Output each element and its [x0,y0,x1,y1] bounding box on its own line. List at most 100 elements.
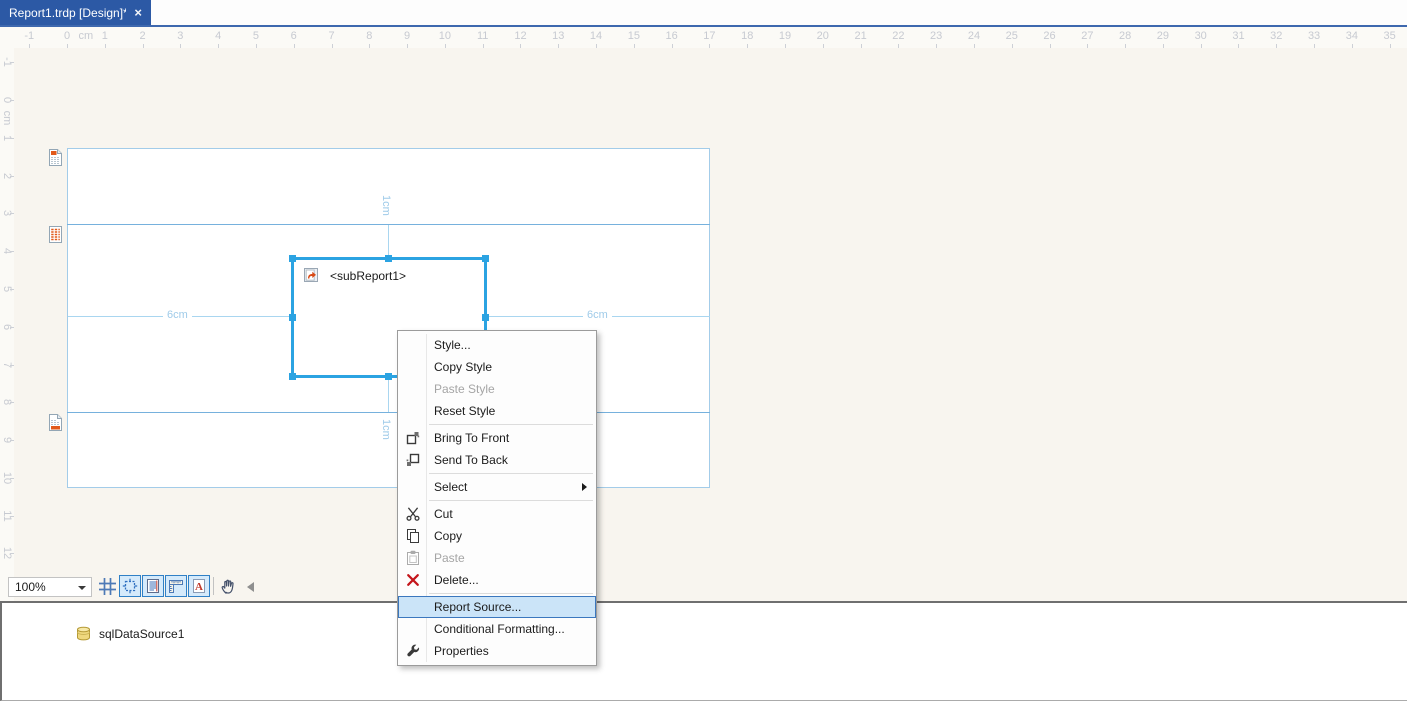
ruler-number: 16 [665,30,678,42]
toggle-grid-button[interactable] [96,575,118,597]
ruler-number: 3 [177,30,184,42]
menu-item-label: Copy Style [434,360,493,374]
menu-item-label: Send To Back [434,453,508,467]
ruler-tick [10,175,14,177]
document-tab[interactable]: Report1.trdp [Design]* × [0,0,151,25]
menu-separator [429,424,593,425]
ruler-tick [10,137,14,139]
menu-item-label: Delete... [434,573,479,587]
menu-item-reset-style[interactable]: Reset Style [398,400,596,422]
resize-handle-right[interactable] [482,313,489,321]
ruler-number: 32 [1270,30,1283,42]
watermark-a-icon: A [191,578,207,594]
menu-item-copy-style[interactable]: Copy Style [398,356,596,378]
zoom-level-value: 100% [15,580,46,594]
toggle-snap-lines-button[interactable] [142,575,164,597]
detail-section-icon[interactable] [48,225,63,244]
ruler-unit-label: cm [1,110,13,126]
ruler-number: 28 [1118,30,1132,42]
menu-item-label: Conditional Formatting... [434,622,565,636]
ruler-tick [10,62,14,64]
menu-item-properties[interactable]: Properties [398,640,596,662]
menu-item-report-source[interactable]: Report Source... [398,596,596,618]
database-icon [75,625,92,642]
detail-page-footer-divider[interactable] [67,412,710,413]
ruler-number: 24 [967,30,981,42]
menu-item-style[interactable]: Style... [398,334,596,356]
dimension-line-bottom [388,378,389,412]
ruler-number: 7 [328,30,335,42]
ruler-number: 25 [1005,30,1018,42]
toggle-snap-to-grid-button[interactable] [119,575,141,597]
resize-handle-bottom-left[interactable] [289,373,296,380]
data-source-item[interactable]: sqlDataSource1 [75,625,184,642]
dimension-label-bottom: 1cm [380,415,392,444]
toolbar-separator [213,577,214,595]
menu-item-copy[interactable]: Copy [398,525,596,547]
resize-handle-top-right[interactable] [482,255,489,262]
menu-item-select[interactable]: Select [398,476,596,498]
chevron-down-icon[interactable] [78,586,86,590]
menu-separator [429,500,593,501]
dimension-label-top: 1cm [380,191,392,220]
designer-bottom-toolbar: 100% A [0,572,1407,601]
ruler-number: 21 [854,30,867,42]
design-canvas[interactable]: 6cm 6cm 1cm 1cm <subReport1> Style... Cop… [0,48,1407,666]
menu-item-conditional-formatting[interactable]: Conditional Formatting... [398,618,596,640]
menu-item-label: Cut [434,507,453,521]
ruler-number: 11 [476,30,489,42]
ruler-tick [10,515,14,517]
menu-item-icon-empty [404,599,423,616]
dimension-line-top [388,225,389,258]
resize-handle-left[interactable] [289,313,296,321]
ruler-tick [10,402,14,404]
subreport-icon [303,267,319,283]
hand-icon [219,577,237,595]
ruler-number: 17 [703,30,716,42]
tab-bar: Report1.trdp [Design]* × [0,0,1407,25]
delete-icon [403,572,422,589]
submenu-arrow-icon [582,483,587,491]
toggle-watermarks-button[interactable]: A [188,575,210,597]
menu-item-icon-empty [403,403,422,420]
pan-tool-button[interactable] [217,575,239,597]
menu-item-label: Paste [434,551,465,565]
menu-item-icon-empty [403,359,422,376]
ruler-tick [10,440,14,442]
menu-item-send-to-back[interactable]: Send To Back [398,449,596,471]
menu-item-delete[interactable]: Delete... [398,569,596,591]
ruler-number: 34 [1345,30,1358,42]
menu-item-label: Properties [434,644,489,658]
ruler-number: 30 [1194,30,1207,42]
vertical-ruler: -1 0 1 2 3 4 5 6 7 8 9 10 11 12 cm [0,48,14,601]
ruler-tick [10,477,14,479]
ruler-number: 27 [1081,30,1094,42]
page-footer-section-icon[interactable] [48,413,63,432]
resize-handle-top-left[interactable] [289,255,296,262]
page-header-section-icon[interactable] [48,148,63,167]
ruler-tick [10,213,14,215]
scroll-left-icon[interactable] [247,582,254,592]
bring-to-front-icon [403,430,422,447]
ruler-number: 6 [290,30,297,42]
menu-item-icon-empty [403,337,422,354]
menu-separator [429,473,593,474]
resize-handle-bottom[interactable] [385,373,392,380]
scissors-icon [403,506,422,523]
menu-item-bring-to-front[interactable]: Bring To Front [398,427,596,449]
menu-item-label: Bring To Front [434,431,510,445]
svg-text:A: A [195,581,203,593]
ruler-number: 8 [366,30,373,42]
data-sources-panel[interactable]: sqlDataSource1 [0,601,1407,701]
ruler-number: 33 [1307,30,1321,42]
menu-item-label: Paste Style [434,382,495,396]
resize-handle-top[interactable] [385,255,392,262]
toggle-rulers-button[interactable] [165,575,187,597]
menu-item-cut[interactable]: Cut [398,503,596,525]
menu-separator [429,593,593,594]
ruler-number: 12 [514,30,527,42]
menu-item-paste: Paste [398,547,596,569]
tab-close-icon[interactable]: × [134,5,142,20]
subreport-label: <subReport1> [330,269,407,283]
zoom-level-combobox[interactable]: 100% [8,577,92,597]
